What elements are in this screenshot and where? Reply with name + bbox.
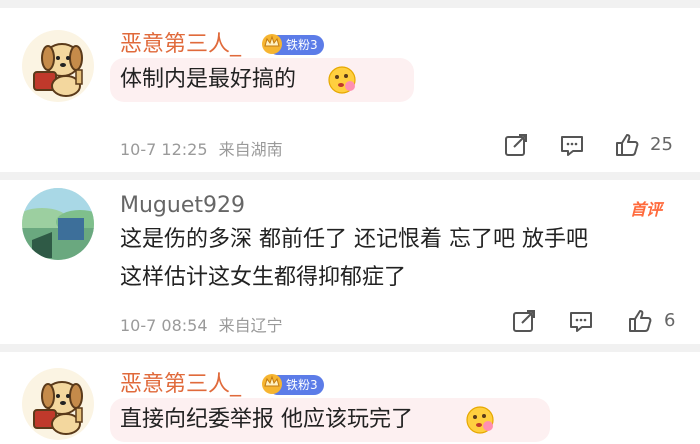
comment-text-line: 这样估计这女生都得抑郁症了	[120, 265, 407, 290]
comment-text-line: 这是伤的多深 都前任了 还记恨着 忘了吧 放手吧	[120, 227, 588, 252]
comment-text: 体制内是最好搞的	[120, 67, 297, 92]
top-separator	[0, 0, 700, 8]
comment-text: 直接向纪委举报 他应该玩完了	[120, 407, 413, 432]
username[interactable]: 恶意第三人_	[120, 372, 241, 398]
thinking-emoji-icon	[466, 406, 494, 434]
timestamp: 10-7 12:25	[120, 140, 208, 159]
badge-label: 铁粉3	[286, 378, 318, 392]
comment-item: 恶意第三人_ 铁粉3 直接向纪委举报 他应该玩完了	[0, 354, 700, 444]
landscape-avatar-icon	[22, 188, 94, 260]
location: 来自辽宁	[218, 316, 283, 335]
fan-badge[interactable]: 铁粉3	[262, 374, 324, 395]
comment-icon[interactable]	[559, 132, 585, 158]
thumbs-up-icon[interactable]	[627, 308, 653, 334]
comment-divider	[0, 344, 700, 352]
cartoon-dog-avatar-icon	[22, 30, 94, 102]
username[interactable]: Muguet929	[120, 193, 245, 219]
badge-label: 铁粉3	[286, 38, 318, 52]
crown-icon	[262, 34, 282, 54]
comment-item: 恶意第三人_ 铁粉3 体制内是最好搞的 10-7 12:25 来自湖南 25	[0, 8, 700, 172]
avatar[interactable]	[22, 30, 94, 102]
avatar[interactable]	[22, 188, 94, 260]
timestamp: 10-7 08:54	[120, 316, 208, 335]
share-icon[interactable]	[503, 132, 529, 158]
fan-badge[interactable]: 铁粉3	[262, 34, 324, 55]
comment-icon[interactable]	[568, 308, 594, 334]
first-comment-tag: 首评	[630, 200, 663, 219]
cartoon-dog-avatar-icon	[22, 368, 94, 440]
comment-item: Muguet929 首评 这是伤的多深 都前任了 还记恨着 忘了吧 放手吧 这样…	[0, 180, 700, 344]
username[interactable]: 恶意第三人_	[120, 32, 241, 58]
avatar[interactable]	[22, 368, 94, 440]
share-icon[interactable]	[511, 308, 537, 334]
location: 来自湖南	[218, 140, 283, 159]
thumbs-up-icon[interactable]	[614, 132, 640, 158]
comment-meta: 10-7 08:54 来自辽宁	[120, 312, 283, 336]
comment-meta: 10-7 12:25 来自湖南	[120, 136, 283, 160]
like-count: 6	[664, 310, 676, 331]
crown-icon	[262, 374, 282, 394]
comment-divider	[0, 172, 700, 180]
like-count: 25	[650, 134, 673, 155]
thinking-emoji-icon	[328, 66, 356, 94]
